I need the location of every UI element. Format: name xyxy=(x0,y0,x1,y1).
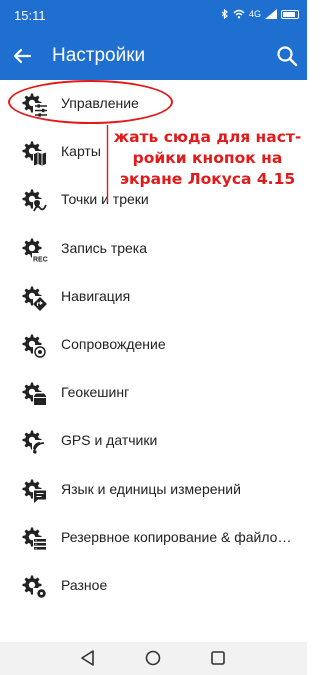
arrow-back-icon xyxy=(13,48,32,64)
settings-item-label: Резервное копирование & файло… xyxy=(61,528,292,545)
settings-item-navigation[interactable]: Навигация xyxy=(0,273,307,321)
settings-item-label: Язык и единицы измерений xyxy=(61,480,241,497)
app-bar: Настройки xyxy=(0,32,307,80)
settings-item-track-recording[interactable]: REC Запись трека xyxy=(0,225,307,273)
page-title: Настройки xyxy=(52,45,146,66)
settings-item-gps-sensors[interactable]: GPS и датчики xyxy=(0,417,307,465)
settings-item-label: Разное xyxy=(61,576,108,593)
settings-item-guidance[interactable]: Сопровождение xyxy=(0,321,307,369)
signal-icon xyxy=(265,9,277,19)
gear-geocache-icon xyxy=(22,382,48,408)
network-type: 4G xyxy=(248,9,261,19)
gear-map-icon xyxy=(22,141,48,167)
nav-back-icon[interactable] xyxy=(78,648,98,668)
settings-item-label: GPS и датчики xyxy=(61,432,158,449)
svg-text:REC: REC xyxy=(33,256,48,263)
search-button[interactable] xyxy=(273,42,301,70)
gear-navigation-icon xyxy=(22,286,48,311)
settings-item-label: Геокешинг xyxy=(61,384,130,401)
gear-misc-icon xyxy=(22,575,48,600)
search-icon xyxy=(277,46,298,67)
system-nav-bar xyxy=(0,642,307,675)
status-bar: 15:11 4G xyxy=(0,0,307,32)
settings-item-label: Карты xyxy=(61,143,101,160)
settings-item-language-units[interactable]: Язык и единицы измерений xyxy=(0,466,307,514)
gear-gps-icon xyxy=(22,430,48,456)
settings-item-backup[interactable]: Резервное копирование & файло… xyxy=(0,514,307,562)
wifi-icon xyxy=(233,9,245,19)
gear-points-tracks-icon xyxy=(22,189,48,215)
settings-item-label: Сопровождение xyxy=(61,335,166,352)
bluetooth-icon xyxy=(221,9,228,19)
back-button[interactable] xyxy=(8,42,36,70)
settings-item-geocaching[interactable]: Геокешинг xyxy=(0,369,307,417)
annotation-text: жать сюда для наст-ройки кнопок на экран… xyxy=(113,128,302,188)
gear-backup-icon xyxy=(22,527,48,552)
settings-item-misc[interactable]: Разное xyxy=(0,562,307,610)
gear-language-icon xyxy=(22,479,48,504)
battery-icon xyxy=(281,9,299,19)
settings-item-label: Запись трека xyxy=(61,239,148,256)
nav-recents-icon[interactable] xyxy=(208,648,228,668)
gear-rec-icon: REC xyxy=(22,238,48,263)
annotation-highlight-ellipse xyxy=(8,80,173,124)
nav-home-icon[interactable] xyxy=(143,648,163,668)
settings-item-label: Навигация xyxy=(61,287,131,304)
status-time: 15:11 xyxy=(14,8,46,23)
gear-guidance-icon xyxy=(22,334,48,359)
status-icons: 4G xyxy=(221,9,299,19)
